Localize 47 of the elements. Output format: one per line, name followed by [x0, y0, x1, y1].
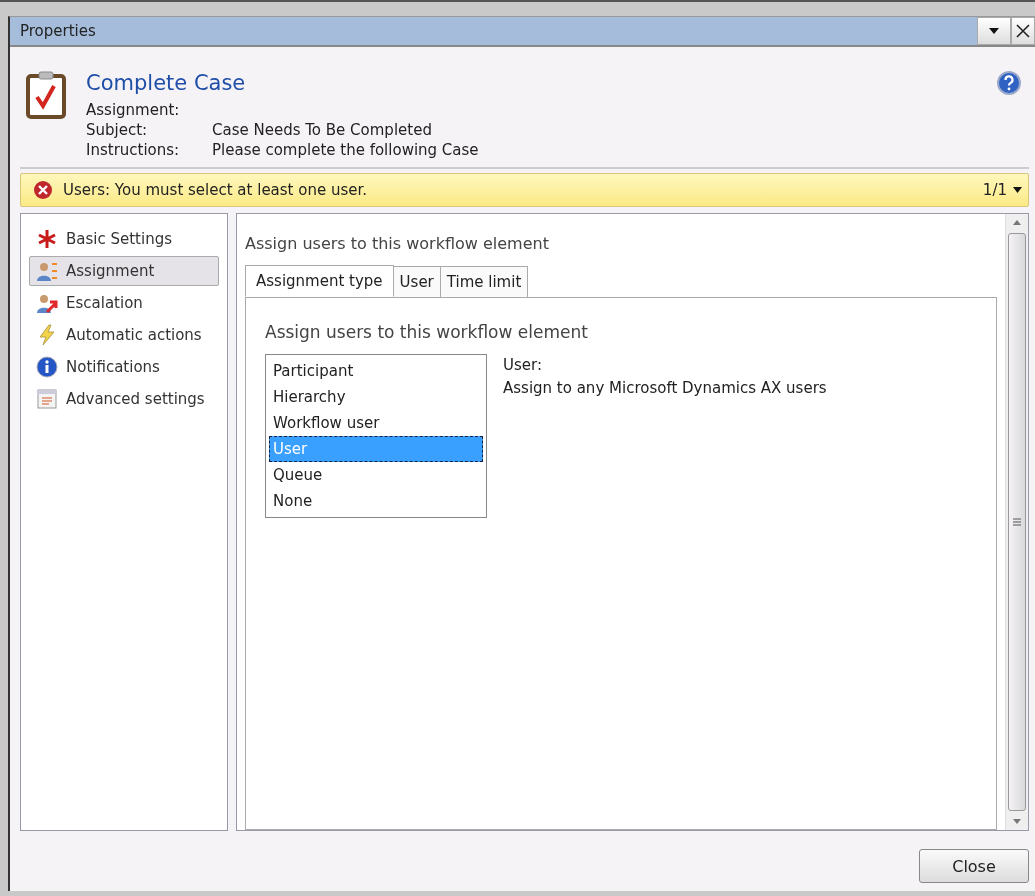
sidebar-item[interactable]: Notifications	[29, 352, 219, 382]
close-icon	[1016, 24, 1030, 38]
caret-icon	[989, 28, 999, 34]
scroll-up-icon	[1013, 220, 1021, 225]
content-heading: Assign users to this workflow element	[245, 234, 550, 253]
error-icon	[33, 180, 53, 200]
asterisk-icon	[36, 228, 58, 250]
list-item[interactable]: None	[269, 488, 483, 514]
tab[interactable]: Time limit	[439, 266, 529, 298]
grip-icon	[1013, 518, 1021, 526]
lightning-icon	[36, 324, 58, 346]
scroll-down-icon	[1013, 819, 1021, 824]
sidebar-item[interactable]: Assignment	[29, 256, 219, 286]
sidebar-item[interactable]: Basic Settings	[29, 224, 219, 254]
field-label: Assignment:	[86, 101, 181, 119]
help-icon[interactable]	[997, 71, 1021, 95]
close-button[interactable]: Close	[919, 849, 1029, 883]
list-item[interactable]: Hierarchy	[269, 384, 483, 410]
warning-message: Users: You must select at least one user.	[63, 181, 369, 199]
warning-counter[interactable]: 1/1	[982, 181, 1022, 199]
list-item[interactable]: Workflow user	[269, 410, 483, 436]
user-arrows-icon	[36, 260, 58, 282]
section-heading: Assign users to this workflow element	[265, 322, 589, 342]
dropdown-button[interactable]	[977, 17, 1011, 45]
tab[interactable]: User	[392, 266, 441, 298]
scroll-thumb[interactable]	[1008, 233, 1026, 811]
form-icon	[36, 388, 58, 410]
field-value: Please complete the following Case	[212, 141, 480, 159]
user-arrow-icon	[36, 292, 58, 314]
tab[interactable]: Assignment type	[245, 265, 394, 297]
vertical-scrollbar[interactable]	[1005, 214, 1028, 830]
sidebar-item[interactable]: Automatic actions	[29, 320, 219, 350]
description-text: Assign to any Microsoft Dynamics AX users	[503, 378, 827, 399]
clipboard-check-icon	[26, 71, 66, 119]
sidebar-item[interactable]: Advanced settings	[29, 384, 219, 414]
field-value: Case Needs To Be Completed	[212, 121, 433, 139]
list-item[interactable]: Participant	[269, 358, 483, 384]
description-title: User:	[503, 355, 543, 376]
field-label: Instructions:	[86, 141, 181, 159]
window-title: Properties	[20, 22, 96, 40]
info-icon	[36, 356, 58, 378]
case-title: Complete Case	[86, 71, 247, 95]
caret-icon	[1013, 187, 1022, 193]
field-label: Subject:	[86, 121, 149, 139]
list-item[interactable]: Queue	[269, 462, 483, 488]
close-button[interactable]	[1011, 17, 1035, 45]
sidebar-item[interactable]: Escalation	[29, 288, 219, 318]
